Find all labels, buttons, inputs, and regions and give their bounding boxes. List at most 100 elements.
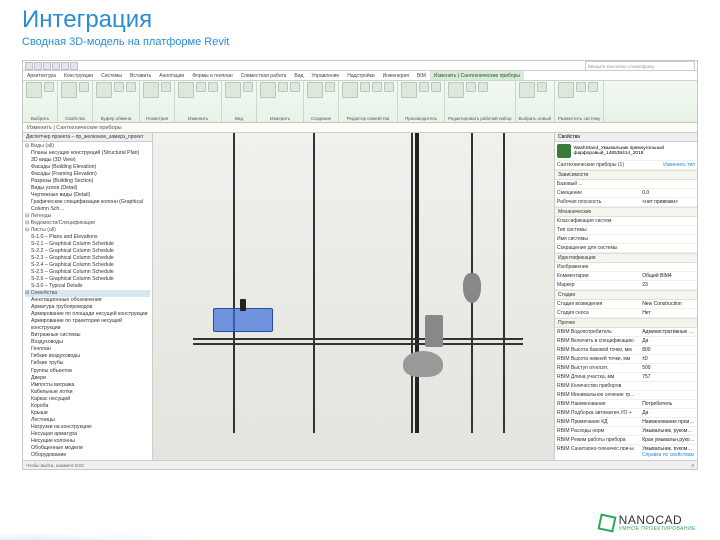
tree-item[interactable]: Лестницы [25, 417, 150, 424]
type-selector[interactable]: WashStand_Умывальник прямоугольный фарфо… [555, 142, 697, 161]
property-group-header[interactable]: Идентификация [555, 253, 697, 263]
tree-item[interactable]: S-2.3 – Graphical Column Schedule [25, 255, 150, 262]
tree-item[interactable]: Фасады (Framing Elevation) [25, 171, 150, 178]
urinal-fixture[interactable] [463, 273, 481, 303]
property-row[interactable]: RBIM Режим работы прибораКран умывальн.р… [555, 436, 697, 445]
property-row[interactable]: RBIM ВодопотребительАдминистративные зда… [555, 328, 697, 337]
property-group-header[interactable]: Стадии [555, 290, 697, 300]
tree-item[interactable]: Аннотационные обозначения [25, 297, 150, 304]
3d-viewport[interactable] [153, 133, 555, 460]
search-input[interactable]: Введите ключевое слово/фразу [585, 61, 695, 71]
ribbon-tab[interactable]: Изменить | Сантехнические приборы [430, 71, 524, 80]
properties-panel[interactable]: Свойства WashStand_Умывальник прямоуголь… [555, 133, 697, 460]
ribbon-group[interactable]: Геометрия [140, 81, 175, 122]
ribbon-tab[interactable]: Инженерия [379, 71, 413, 80]
property-row[interactable]: КомментарииОбщий BIM4 [555, 272, 697, 281]
tree-item[interactable]: Короба [25, 403, 150, 410]
property-row[interactable]: Имя системы [555, 235, 697, 244]
tree-item[interactable]: Кабельные лотки [25, 389, 150, 396]
property-row[interactable]: Маркер23 [555, 281, 697, 290]
tree-item[interactable]: Витражные системы [25, 332, 150, 339]
property-row[interactable]: RBIM Примечание КДНаименование произво… [555, 418, 697, 427]
tree-item[interactable]: Группы объектов [25, 368, 150, 375]
property-row[interactable]: RBIM Расходы нормУмывальник, рукомой… [555, 427, 697, 436]
property-group-header[interactable]: Прочее [555, 318, 697, 328]
tree-item[interactable]: Обобщенные модели [25, 445, 150, 452]
tree-item[interactable]: S-2.5 – Graphical Column Schedule [25, 269, 150, 276]
property-row[interactable]: RBIM Высота нижней точки, мм±0 [555, 355, 697, 364]
property-row[interactable]: Базовый ... [555, 180, 697, 189]
tree-item[interactable]: Гибкие трубы [25, 360, 150, 367]
tree-item[interactable]: ⊟ Виды (all) [25, 143, 150, 150]
tree-item[interactable]: Графические спецификации колонн (Graphic… [25, 199, 150, 213]
property-row[interactable]: Стадия сносаНет [555, 309, 697, 318]
tree-item[interactable]: Крыши [25, 410, 150, 417]
ribbon-group[interactable]: Создание [304, 81, 339, 122]
property-row[interactable]: RBIM Высота базовой точки, мм800 [555, 346, 697, 355]
ribbon-tab[interactable]: Формы и генплан [188, 71, 236, 80]
tree-item[interactable]: Нагрузки на конструкцию [25, 424, 150, 431]
tree-item[interactable]: Разрезы (Building Section) [25, 178, 150, 185]
tree-item[interactable]: S-2.1 – Graphical Column Schedule [25, 241, 150, 248]
ribbon-group[interactable]: Измерить [257, 81, 304, 122]
tree-item[interactable]: ⊟ Ведомости/Спецификации [25, 220, 150, 227]
property-row[interactable]: RBIM Выступ относит.500 [555, 364, 697, 373]
property-row[interactable]: RBIM Минимальное сечение тр… [555, 391, 697, 400]
tree-item[interactable]: Несущая арматура [25, 431, 150, 438]
ribbon-tab[interactable]: Конструкции [60, 71, 97, 80]
ribbon-tab[interactable]: Надстройки [343, 71, 378, 80]
ribbon-group[interactable]: Редактировать рабочий набор [445, 81, 516, 122]
property-row[interactable]: Сокращение для системы [555, 244, 697, 253]
ribbon-group[interactable]: Выбрать новый [516, 81, 556, 122]
property-row[interactable]: Тип системы [555, 226, 697, 235]
ribbon-tab[interactable]: Вставить [126, 71, 155, 80]
property-row[interactable]: Стадия возведенияNew Construction [555, 300, 697, 309]
tree-item[interactable]: Планы несущих конструкций (Structural Pl… [25, 150, 150, 157]
tree-item[interactable]: S-2.4 – Graphical Column Schedule [25, 262, 150, 269]
ribbon-group[interactable]: Вид [222, 81, 257, 122]
property-row[interactable]: Рабочая плоскость<нет привязки> [555, 198, 697, 207]
tree-item[interactable]: Оборудование [25, 452, 150, 459]
property-row[interactable]: Смещение0.0 [555, 189, 697, 198]
property-row[interactable]: RBIM Количество приборов [555, 382, 697, 391]
ribbon[interactable]: ВыбратьСвойстваБуфер обменаГеометрияИзме… [23, 81, 697, 123]
ribbon-tab[interactable]: Системы [97, 71, 126, 80]
tree-item[interactable]: Двери [25, 375, 150, 382]
ribbon-tab[interactable]: Управление [307, 71, 343, 80]
sink-fixture-selected[interactable] [213, 308, 273, 332]
property-group-header[interactable]: Зависимости [555, 170, 697, 180]
property-row[interactable]: RBIM НаименованиеПотребитель [555, 400, 697, 409]
ribbon-group[interactable]: Изменить [175, 81, 222, 122]
ribbon-tab[interactable]: Совместная работа [237, 71, 291, 80]
ribbon-group[interactable]: Редактор семейства [339, 81, 398, 122]
tree-item[interactable]: Генплан [25, 346, 150, 353]
ribbon-group[interactable]: Разместить систему [555, 81, 604, 122]
tree-item[interactable]: Виды узлов (Detail) [25, 185, 150, 192]
property-row[interactable]: Изображение [555, 263, 697, 272]
ribbon-group[interactable]: Буфер обмена [93, 81, 140, 122]
tree-item[interactable]: ⊟ Легенды [25, 213, 150, 220]
tree-item[interactable]: ⊟ Семейства [25, 290, 150, 297]
tree-item[interactable]: S-2.6 – Graphical Column Schedule [25, 276, 150, 283]
property-row[interactable]: RBIM Включить в спецификациюДа [555, 337, 697, 346]
tree-item[interactable]: Армирование по траектории несущей констр… [25, 318, 150, 332]
ribbon-tab[interactable]: BIM [413, 71, 430, 80]
property-row[interactable]: Классификация систем [555, 217, 697, 226]
ribbon-group[interactable]: Производитель [398, 81, 445, 122]
tree-item[interactable]: 3D виды (3D View) [25, 157, 150, 164]
ribbon-group[interactable]: Выбрать [23, 81, 58, 122]
ribbon-tabs[interactable]: АрхитектураКонструкцииСистемыВставитьАнн… [23, 71, 697, 81]
tree-item[interactable]: Фасады (Building Elevation) [25, 164, 150, 171]
tree-item[interactable]: S-1.0 – Plans and Elevations [25, 234, 150, 241]
property-row[interactable]: RBIM Длина участка, мм757 [555, 373, 697, 382]
edit-type-button[interactable]: Изменить тип [640, 161, 697, 169]
tree-item[interactable]: Чертежные виды (Detail) [25, 192, 150, 199]
ribbon-tab[interactable]: Вид [290, 71, 307, 80]
ribbon-group[interactable]: Свойства [58, 81, 93, 122]
type-selector-bar[interactable]: Изменить | Сантехнические приборы [23, 123, 697, 133]
tree-item[interactable]: Воздуховоды [25, 339, 150, 346]
tree-item[interactable]: S-2.2 – Graphical Column Schedule [25, 248, 150, 255]
ribbon-tab[interactable]: Архитектура [23, 71, 60, 80]
tree-item[interactable]: ⊟ Листы (all) [25, 227, 150, 234]
properties-help-link[interactable]: Справка по свойствам [555, 450, 697, 460]
